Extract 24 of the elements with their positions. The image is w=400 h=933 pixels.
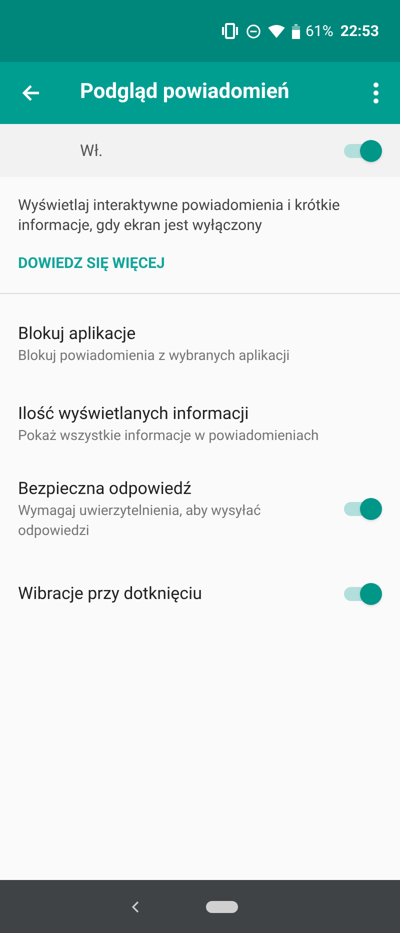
setting-summary: Wymagaj uwierzytelnienia, aby wysyłać odpowiedzi <box>18 502 262 540</box>
battery-percent: 61% <box>305 20 334 42</box>
setting-title[interactable]: Ilość wyświetlanych informacji <box>18 402 360 426</box>
home-pill[interactable] <box>206 900 238 912</box>
do-not-disturb-icon <box>246 24 262 38</box>
screen-title: Podgląd powiadomień <box>80 79 290 106</box>
more-options-icon <box>373 82 379 104</box>
master-switch-row[interactable]: Wł. <box>0 124 400 177</box>
back-arrow-icon <box>21 83 41 103</box>
setting-summary: Pokaż wszystkie informacje w powiadomieniach <box>18 426 320 446</box>
setting-title[interactable]: Bezpieczna odpowiedź <box>18 476 324 500</box>
battery-icon <box>292 24 300 38</box>
setting-title[interactable]: Wibracje przy dotknięciu <box>18 582 324 606</box>
toggle-switch[interactable] <box>344 140 380 162</box>
toggle-switch[interactable] <box>344 498 380 520</box>
description: Wyświetlaj interaktywne powiadomienia i krótkie informacje, gdy ekran jest wyłączony <box>18 195 341 235</box>
setting-summary: Blokuj powiadomienia z wybranych aplikacji <box>18 346 291 366</box>
toggle-switch[interactable] <box>344 582 380 604</box>
switch-label: Wł. <box>80 140 104 162</box>
setting-title[interactable]: Blokuj aplikacje <box>18 322 360 346</box>
back-nav-icon[interactable] <box>132 900 140 912</box>
clock: 22:53 <box>340 20 379 42</box>
vibrate-icon <box>221 23 240 39</box>
wifi-icon <box>268 24 286 38</box>
